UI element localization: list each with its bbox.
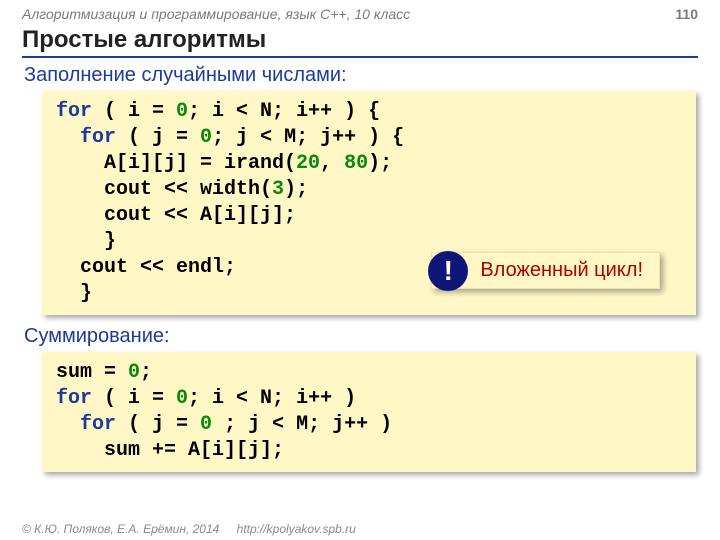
number-token: 3 xyxy=(272,178,284,201)
footer-url: http://kpolyakov.spb.ru xyxy=(237,522,356,536)
code-text xyxy=(56,413,80,436)
callout-text: Вложенный цикл! xyxy=(480,259,643,281)
number-token: 0 xyxy=(200,413,212,436)
code-text: ; i < N; i++ ) { xyxy=(188,100,380,123)
code-text: } xyxy=(56,230,116,253)
code-text: ( i = xyxy=(92,100,176,123)
section-sum-label: Суммирование: xyxy=(24,325,696,348)
slide-header: Алгоритмизация и программирование, язык … xyxy=(0,0,720,24)
number-token: 0 xyxy=(176,387,188,410)
keyword-token: for xyxy=(80,126,116,149)
code-text xyxy=(56,126,80,149)
number-token: 0 xyxy=(176,100,188,123)
callout-badge: ! Вложенный цикл! xyxy=(431,252,660,289)
code-text: A[i][j] = irand( xyxy=(56,152,296,175)
number-token: 0 xyxy=(200,126,212,149)
number-token: 20 xyxy=(296,152,320,175)
keyword-token: for xyxy=(56,100,92,123)
section-fill-label: Заполнение случайными числами: xyxy=(24,64,696,87)
code-text: ; i < N; i++ ) xyxy=(188,387,356,410)
code-text: ( i = xyxy=(92,387,176,410)
page-number: 110 xyxy=(675,6,698,22)
keyword-token: for xyxy=(56,387,92,410)
code-text: ( j = xyxy=(116,413,200,436)
code-text: ; xyxy=(140,361,152,384)
code-text: sum = xyxy=(56,361,128,384)
code-text: ; j < M; j++ ) xyxy=(212,413,392,436)
number-token: 80 xyxy=(344,152,368,175)
code-text: ); xyxy=(368,152,392,175)
code-text: ); xyxy=(284,178,308,201)
exclamation-icon: ! xyxy=(428,251,468,291)
code-text: sum += A[i][j]; xyxy=(56,439,284,462)
page-title: Простые алгоритмы xyxy=(22,26,698,54)
code-block-sum: sum = 0; for ( i = 0; i < N; i++ ) for (… xyxy=(42,352,696,472)
code-text: } xyxy=(56,282,92,305)
course-name: Алгоритмизация и программирование, язык … xyxy=(22,6,410,22)
title-rule xyxy=(22,56,698,58)
code-text: cout << endl; xyxy=(56,256,236,279)
code-text: ; j < M; j++ ) { xyxy=(212,126,404,149)
code-text: ( j = xyxy=(116,126,200,149)
footer-copyright: © К.Ю. Поляков, Е.А. Ерёмин, 2014 xyxy=(22,522,219,536)
keyword-token: for xyxy=(80,413,116,436)
number-token: 0 xyxy=(128,361,140,384)
code-text: cout << A[i][j]; xyxy=(56,204,296,227)
code-text: cout << width( xyxy=(56,178,272,201)
code-text: , xyxy=(320,152,344,175)
footer: © К.Ю. Поляков, Е.А. Ерёмин, 2014 http:/… xyxy=(22,522,356,536)
